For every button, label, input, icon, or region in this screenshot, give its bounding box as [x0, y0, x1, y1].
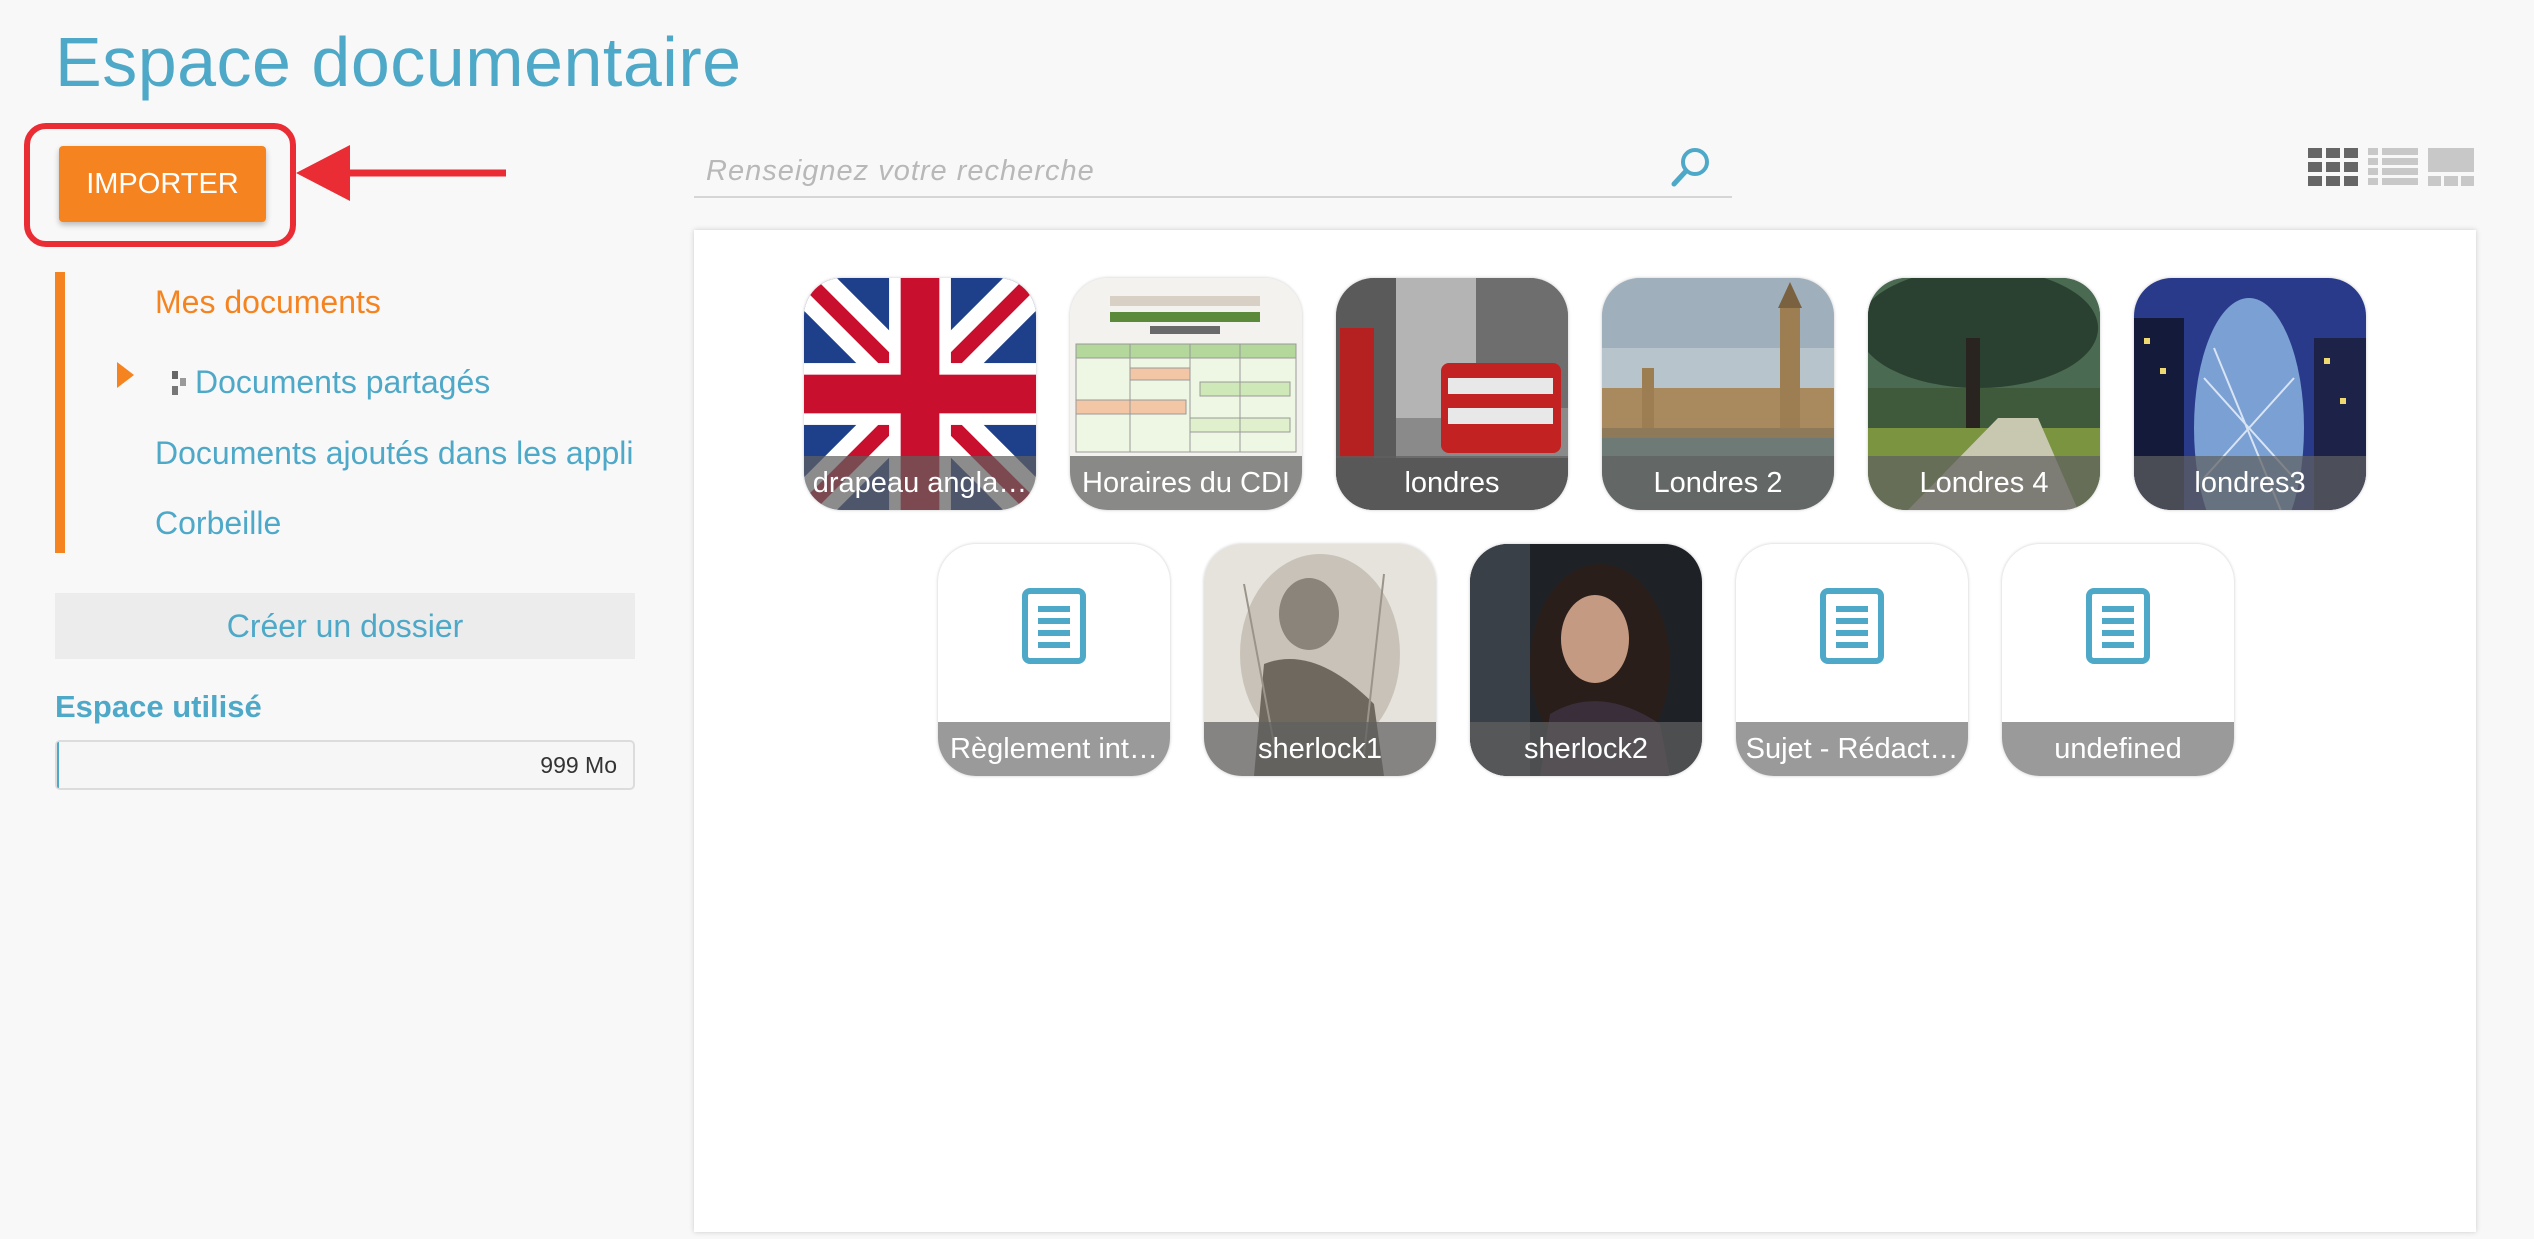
file-tile[interactable]: Londres 4: [1868, 278, 2100, 510]
file-tile[interactable]: Horaires du CDI: [1070, 278, 1302, 510]
storage-label: Espace utilisé: [55, 689, 262, 724]
file-tile[interactable]: Règlement int…: [938, 544, 1170, 776]
file-tile[interactable]: londres: [1336, 278, 1568, 510]
file-tile[interactable]: sherlock2: [1470, 544, 1702, 776]
file-tile[interactable]: londres3: [2134, 278, 2366, 510]
file-name: Londres 4: [1868, 456, 2100, 510]
search-bar: [694, 140, 1732, 198]
annotation-arrow-icon: [296, 145, 506, 201]
file-tile[interactable]: undefined: [2002, 544, 2234, 776]
search-icon[interactable]: [1670, 146, 1712, 188]
file-name: undefined: [2002, 722, 2234, 776]
document-icon: [1820, 588, 1884, 664]
file-tile[interactable]: Sujet - Rédact…: [1736, 544, 1968, 776]
storage-bar: 999 Mo: [55, 740, 635, 790]
file-name: Londres 2: [1602, 456, 1834, 510]
file-name: Règlement int…: [938, 722, 1170, 776]
list-view-icon[interactable]: [2368, 148, 2418, 186]
file-name: Horaires du CDI: [1070, 456, 1302, 510]
grid-view-icon[interactable]: [2308, 148, 2358, 186]
shared-folder-icon: [172, 371, 186, 395]
import-button[interactable]: IMPORTER: [59, 146, 266, 222]
documents-grid: drapeau angla… Horaires du CDI londres L…: [694, 230, 2476, 1232]
search-input[interactable]: [704, 150, 1608, 192]
sidebar-item-documents-ajoutes[interactable]: Documents ajoutés dans les appli: [155, 435, 634, 472]
file-name: sherlock2: [1470, 722, 1702, 776]
file-tile[interactable]: drapeau angla…: [804, 278, 1036, 510]
file-tile[interactable]: Londres 2: [1602, 278, 1834, 510]
storage-fill: [57, 742, 60, 788]
document-icon: [2086, 588, 2150, 664]
sidebar-item-mes-documents[interactable]: Mes documents: [155, 284, 381, 321]
storage-value: 999 Mo: [540, 752, 617, 778]
sidebar-item-documents-partages[interactable]: Documents partagés: [195, 364, 490, 401]
sidebar-item-corbeille[interactable]: Corbeille: [155, 505, 281, 542]
page-title: Espace documentaire: [55, 23, 742, 101]
create-folder-button[interactable]: Créer un dossier: [55, 593, 635, 659]
file-name: Sujet - Rédact…: [1736, 722, 1968, 776]
sidebar-active-bar: [55, 272, 65, 553]
expand-caret-icon[interactable]: [117, 362, 134, 388]
file-tile[interactable]: sherlock1: [1204, 544, 1436, 776]
carousel-view-icon[interactable]: [2428, 148, 2474, 186]
file-name: drapeau angla…: [804, 456, 1036, 510]
file-name: londres: [1336, 456, 1568, 510]
document-icon: [1022, 588, 1086, 664]
file-name: sherlock1: [1204, 722, 1436, 776]
file-name: londres3: [2134, 456, 2366, 510]
